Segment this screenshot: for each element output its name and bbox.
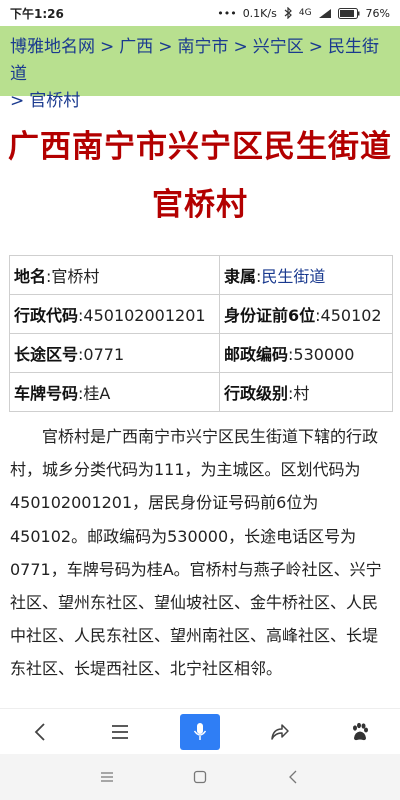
field-key: 身份证前6位 bbox=[224, 306, 316, 325]
breadcrumb-district[interactable]: 兴宁区 bbox=[253, 37, 304, 57]
voice-search-button[interactable] bbox=[180, 713, 220, 750]
field-value: 桂A bbox=[83, 384, 111, 403]
breadcrumb-separator: > bbox=[100, 37, 115, 57]
field-key: 行政代码 bbox=[14, 306, 79, 325]
signal-icon bbox=[318, 8, 332, 19]
field-key: 长途区号 bbox=[14, 345, 79, 364]
field-value: 村 bbox=[293, 384, 310, 403]
page-title-line2: 官桥村 bbox=[152, 187, 248, 223]
status-indicators: ••• 0.1K/s 4G 76% bbox=[217, 7, 390, 20]
breadcrumb-separator: > bbox=[233, 37, 248, 57]
parent-street-link[interactable]: 民生街道 bbox=[261, 267, 325, 286]
field-value: 官桥村 bbox=[51, 267, 100, 286]
recent-apps-icon bbox=[100, 772, 113, 782]
share-icon bbox=[271, 723, 289, 740]
back-icon bbox=[34, 722, 45, 741]
recent-apps-button[interactable] bbox=[92, 762, 122, 792]
battery-icon bbox=[337, 7, 360, 19]
status-bar: 下午1:26 ••• 0.1K/s 4G 76% bbox=[0, 0, 400, 26]
network-type: 4G bbox=[298, 8, 312, 18]
table-row: 地名:官桥村 隶属:民生街道 bbox=[9, 255, 393, 295]
baidu-paw-icon bbox=[353, 722, 368, 740]
menu-button[interactable] bbox=[100, 712, 140, 752]
breadcrumb-city[interactable]: 南宁市 bbox=[178, 37, 229, 57]
baidu-button[interactable] bbox=[340, 712, 380, 752]
field-value: 450102001201 bbox=[83, 306, 206, 325]
home-button[interactable] bbox=[185, 762, 215, 792]
browser-nav-bar bbox=[0, 708, 400, 754]
field-value: 0771 bbox=[83, 345, 125, 364]
table-cell: 隶属:民生街道 bbox=[219, 255, 393, 295]
breadcrumb-province[interactable]: 广西 bbox=[119, 37, 153, 57]
breadcrumb: 博雅地名网 > 广西 > 南宁市 > 兴宁区 > 民生街道 > 官桥村 bbox=[0, 26, 400, 111]
breadcrumb-village[interactable]: 官桥村 bbox=[29, 91, 80, 111]
field-value: 530000 bbox=[293, 345, 355, 364]
info-table: 地名:官桥村 隶属:民生街道 行政代码:450102001201 身份证前6位:… bbox=[9, 255, 393, 412]
field-value: 450102 bbox=[320, 306, 382, 325]
page-title-line1: 广西南宁市兴宁区民生街道 bbox=[8, 129, 392, 165]
field-key: 隶属 bbox=[224, 267, 257, 286]
breadcrumb-separator: > bbox=[158, 37, 173, 57]
table-cell: 地名:官桥村 bbox=[9, 255, 220, 295]
field-key: 行政级别 bbox=[224, 384, 289, 403]
home-icon bbox=[193, 770, 207, 784]
table-row: 车牌号码:桂A 行政级别:村 bbox=[9, 372, 393, 412]
microphone-icon bbox=[193, 722, 207, 740]
breadcrumb-separator: > bbox=[308, 37, 323, 57]
page-title: 广西南宁市兴宁区民生街道 官桥村 bbox=[0, 118, 400, 234]
table-cell: 身份证前6位:450102 bbox=[219, 294, 393, 334]
more-dots-icon: ••• bbox=[217, 6, 237, 20]
bluetooth-icon bbox=[283, 7, 293, 19]
breadcrumb-separator: > bbox=[10, 91, 25, 111]
field-key: 车牌号码 bbox=[14, 384, 79, 403]
system-back-button[interactable] bbox=[278, 762, 308, 792]
back-button[interactable] bbox=[20, 712, 60, 752]
table-cell: 行政代码:450102001201 bbox=[9, 294, 220, 334]
table-cell: 长途区号:0771 bbox=[9, 333, 220, 373]
share-button[interactable] bbox=[260, 712, 300, 752]
table-row: 长途区号:0771 邮政编码:530000 bbox=[9, 333, 393, 373]
battery-percent: 76% bbox=[365, 6, 390, 20]
system-back-icon bbox=[289, 770, 297, 784]
table-cell: 邮政编码:530000 bbox=[219, 333, 393, 373]
table-cell: 行政级别:村 bbox=[219, 372, 393, 412]
breadcrumb-site[interactable]: 博雅地名网 bbox=[10, 37, 95, 57]
menu-icon bbox=[112, 724, 128, 739]
description-paragraph: 官桥村是广西南宁市兴宁区民生街道下辖的行政村，城乡分类代码为111，为主城区。区… bbox=[10, 427, 382, 679]
table-cell: 车牌号码:桂A bbox=[9, 372, 220, 412]
table-row: 行政代码:450102001201 身份证前6位:450102 bbox=[9, 294, 393, 334]
system-nav-bar bbox=[0, 754, 400, 800]
field-key: 邮政编码 bbox=[224, 345, 289, 364]
network-speed: 0.1K/s bbox=[242, 6, 277, 20]
status-time: 下午1:26 bbox=[10, 6, 64, 21]
field-key: 地名 bbox=[14, 267, 47, 286]
